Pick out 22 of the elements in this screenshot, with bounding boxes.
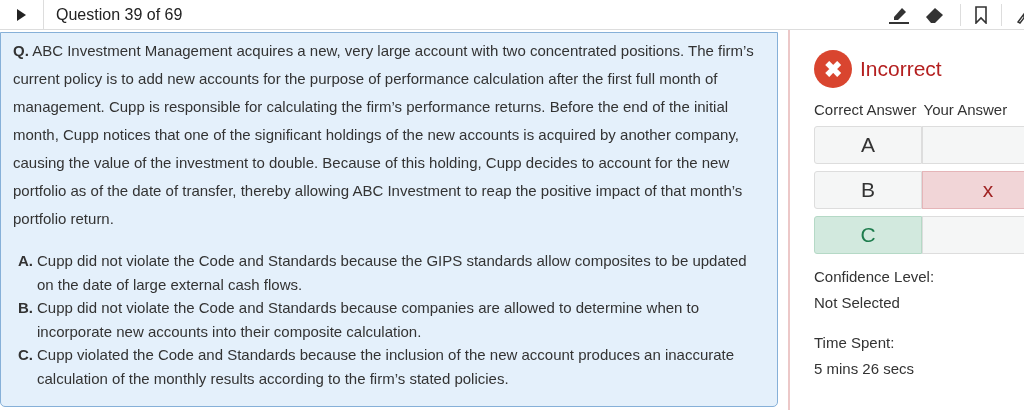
column-header: Correct Answer	[814, 101, 917, 119]
bookmark-icon[interactable]	[975, 5, 987, 24]
time-value: 5 mins 26 secs	[814, 359, 915, 379]
result-status: Incorrect	[860, 56, 942, 83]
choice-letter[interactable]: C.	[18, 343, 37, 390]
choice-letter[interactable]: B.	[18, 296, 37, 343]
choice-text[interactable]: Cupp violated the Code and Standards because the inclusion of the new account produces an inaccurate calculation of the monthly results according to the firm’s stated policies.	[37, 343, 765, 390]
question-text: Q. ABC Investment Management acquires a new, very large account with two concentrated positions. The firm’s current policy is to add new accounts for the purpose of performance calculation after the first full month of management. Cupp is responsible for calculating the firm’s performance returns. Before the end of the initial month, Cupp notices that one of the significant holdings of the new accounts is acquired by another company, causing the value of the investment to double. Because of this holding, Cupp decides to account for the new portfolio as of the date of transfer, thereby allowing ABC Investment to reap the positive impact of that month’s portfolio return.	[13, 41, 755, 229]
choice-text[interactable]: Cupp did not violate the Code and Standards because companies are allowed to determine when to incorporate new accounts into their composite calculation.	[37, 296, 765, 343]
answer-cell: B	[814, 171, 922, 209]
play-icon[interactable]	[17, 8, 26, 21]
column-header: Your Answer	[923, 101, 1008, 119]
question-counter: Question 39 of 69	[55, 4, 183, 25]
answer-cell: C	[814, 216, 922, 254]
incorrect-icon: ✖	[814, 50, 852, 88]
your-answer-cell: x	[922, 171, 1024, 209]
choice-letter[interactable]: A.	[18, 249, 37, 296]
time-label: Time Spent:	[814, 333, 895, 353]
confidence-label: Confidence Level:	[814, 267, 935, 287]
confidence-value: Not Selected	[814, 293, 900, 313]
answer-cell: A	[814, 126, 922, 164]
choice-text[interactable]: Cupp did not violate the Code and Standards because the GIPS standards allow composites to be updated on the date of large external cash flows.	[37, 249, 765, 296]
